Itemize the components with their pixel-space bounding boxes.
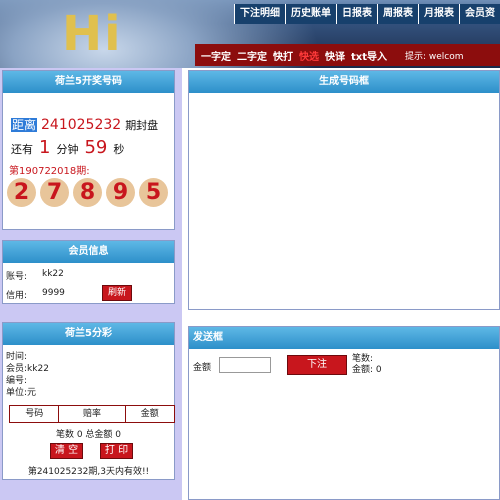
number-generator-panel: 生成号码框 bbox=[188, 70, 500, 310]
amount-label: 金额 bbox=[193, 363, 212, 373]
sub-nav: 一字定 二字定 快打 快选 快译 txt导入 提示: welcom bbox=[195, 44, 500, 66]
countdown-timer: 还有 1 分钟 59 秒 bbox=[11, 137, 124, 158]
draw-panel-title: 荷兰5开奖号码 bbox=[3, 71, 174, 93]
send-panel: 发送框 金额 下注 笔数: 金额: 0 bbox=[188, 326, 500, 500]
id-label: 编号: bbox=[6, 376, 28, 386]
minutes-unit: 分钟 bbox=[56, 143, 79, 156]
credit-row: 信用: 9999 bbox=[6, 288, 65, 301]
draw-panel: 荷兰5开奖号码 距离 241025232 期封盘 还有 1 分钟 59 秒 第1907220… bbox=[2, 70, 175, 230]
nav-history-bills[interactable]: 历史账单 bbox=[285, 4, 336, 24]
send-title: 发送框 bbox=[189, 327, 499, 349]
account-value: kk22 bbox=[42, 269, 64, 279]
clear-button[interactable]: 清 空 bbox=[50, 443, 83, 459]
bet-slip-title: 荷兰5分彩 bbox=[3, 323, 174, 345]
draw-ball: 7 bbox=[40, 178, 69, 207]
place-bet-button[interactable]: 下注 bbox=[287, 355, 347, 375]
unit-line: 单位:元 bbox=[6, 387, 49, 399]
subnav-one-digit[interactable]: 一字定 bbox=[201, 48, 231, 63]
nav-daily-report[interactable]: 日报表 bbox=[336, 4, 377, 24]
app-root: Hi 下注明细 历史账单 日报表 周报表 月报表 会员资 一字定 二字定 快打 … bbox=[0, 0, 500, 500]
subnav-txt-import[interactable]: txt导入 bbox=[351, 48, 387, 63]
issue-suffix: 期封盘 bbox=[125, 119, 159, 132]
current-issue: 241025232 bbox=[41, 117, 122, 133]
seconds-value: 59 bbox=[84, 137, 108, 158]
top-nav: 下注明细 历史账单 日报表 周报表 月报表 会员资 bbox=[234, 4, 500, 24]
seconds-unit: 秒 bbox=[113, 143, 125, 156]
nav-bet-details[interactable]: 下注明细 bbox=[234, 4, 285, 24]
draw-numbers: 2 7 8 9 5 bbox=[7, 178, 172, 207]
col-number: 号码 bbox=[10, 406, 60, 422]
send-stats: 笔数: 金额: 0 bbox=[352, 354, 382, 376]
nav-member-info[interactable]: 会员资 bbox=[459, 4, 500, 24]
member-value: kk22 bbox=[27, 364, 49, 374]
bet-table-header: 号码 赔率 金额 bbox=[9, 405, 175, 423]
bet-summary: 笔数 0 总金额 0 bbox=[55, 430, 122, 440]
draw-ball: 8 bbox=[73, 178, 102, 207]
subnav-quick-select[interactable]: 快选 bbox=[299, 48, 319, 63]
account-row: 账号: kk22 bbox=[6, 269, 64, 282]
subnav-quick-translate[interactable]: 快译 bbox=[325, 48, 345, 63]
total-label: 金额: 0 bbox=[352, 365, 382, 375]
bet-slip-panel: 荷兰5分彩 时间: 会员:kk22 编号: 单位:元 号码 赔率 金额 笔数 0… bbox=[2, 322, 175, 480]
print-button[interactable]: 打 印 bbox=[100, 443, 133, 459]
subnav-two-digit[interactable]: 二字定 bbox=[237, 48, 267, 63]
nav-weekly-report[interactable]: 周报表 bbox=[377, 4, 418, 24]
col-odds: 赔率 bbox=[59, 406, 126, 422]
bet-info: 时间: 会员:kk22 编号: 单位:元 bbox=[6, 351, 49, 399]
time-label: 时间: bbox=[6, 352, 28, 362]
draw-ball: 5 bbox=[139, 178, 168, 207]
hint-text: 提示: welcom bbox=[405, 51, 464, 62]
credit-label: 信用: bbox=[6, 291, 28, 301]
refresh-button[interactable]: 刷新 bbox=[102, 285, 132, 301]
remain-prefix: 还有 bbox=[11, 143, 33, 156]
last-draw-label: 第190722018期: bbox=[9, 166, 90, 177]
credit-value: 9999 bbox=[42, 288, 65, 298]
draw-ball: 2 bbox=[7, 178, 36, 207]
account-label: 账号: bbox=[6, 272, 28, 282]
member-panel-title: 会员信息 bbox=[3, 241, 174, 263]
col-amount: 金额 bbox=[140, 409, 159, 419]
header-banner: Hi 下注明细 历史账单 日报表 周报表 月报表 会员资 一字定 二字定 快打 … bbox=[0, 0, 500, 68]
count-label: 笔数: bbox=[352, 354, 374, 364]
generator-title: 生成号码框 bbox=[189, 71, 499, 93]
subnav-quick-play[interactable]: 快打 bbox=[273, 48, 293, 63]
countdown-line: 距离 241025232 期封盘 bbox=[11, 116, 158, 133]
unit-value: 元 bbox=[27, 388, 37, 398]
countdown-label: 距离 bbox=[11, 118, 38, 132]
nav-monthly-report[interactable]: 月报表 bbox=[418, 4, 459, 24]
validity-note: 第241025232期,3天内有效!! bbox=[27, 467, 150, 477]
unit-label: 单位: bbox=[6, 388, 28, 398]
member-label: 会员: bbox=[6, 364, 28, 374]
logo: Hi bbox=[62, 6, 123, 62]
minutes-value: 1 bbox=[39, 137, 51, 158]
member-line: 会员:kk22 bbox=[6, 363, 49, 375]
amount-input[interactable] bbox=[219, 357, 271, 373]
member-panel: 会员信息 账号: kk22 信用: 9999 刷新 bbox=[2, 240, 175, 304]
draw-ball: 9 bbox=[106, 178, 135, 207]
